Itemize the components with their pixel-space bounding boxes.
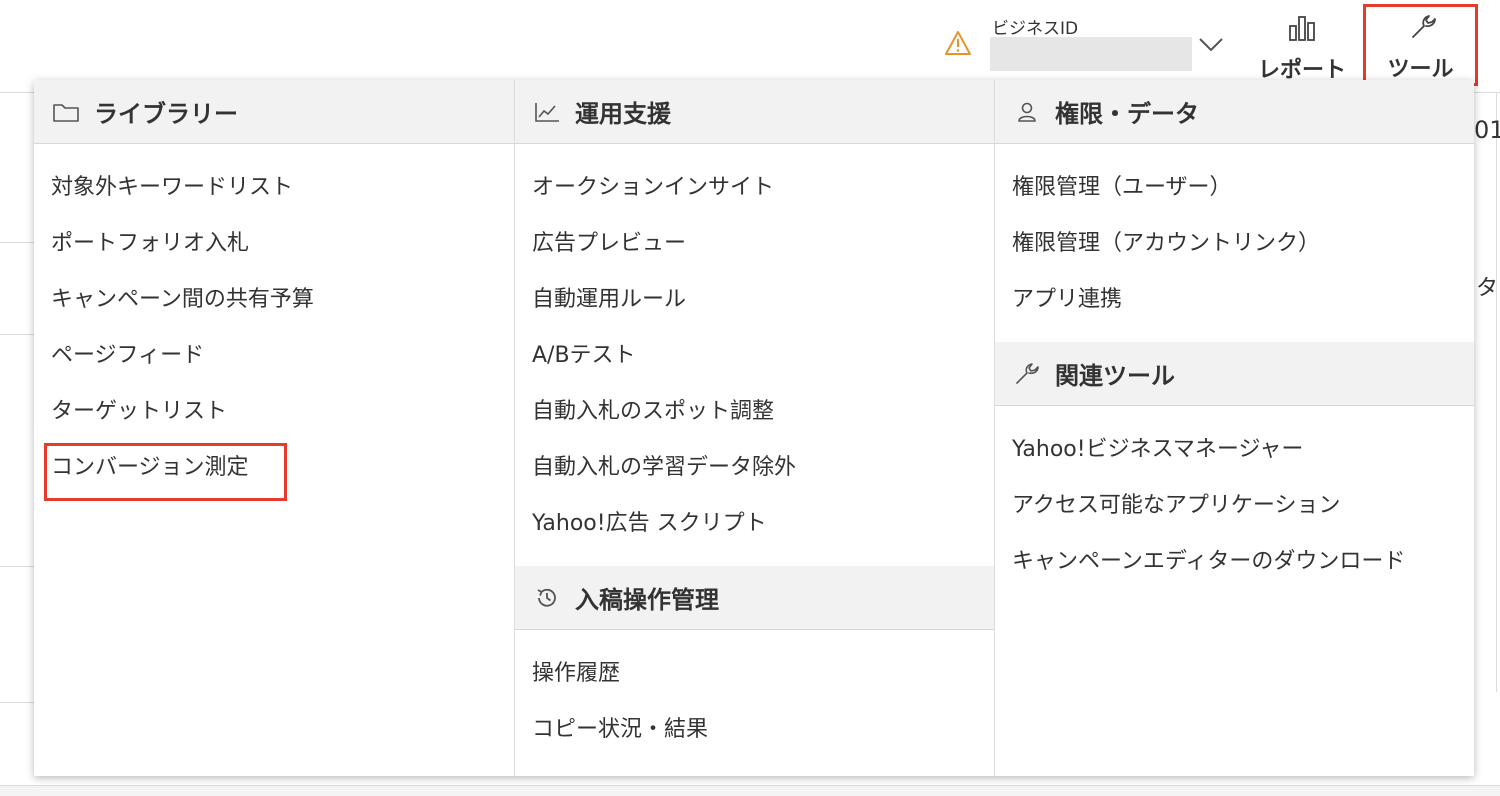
menu-column-permissions: 権限・データ 権限管理（ユーザー） 権限管理（アカウントリンク） アプリ連携 関… <box>994 80 1474 776</box>
page: 01 タ・ ビジネスID レポート ツール <box>0 0 1500 796</box>
bg-bottom-bar <box>0 785 1500 796</box>
menu-item-conversion-measurement[interactable]: コンバージョン測定 <box>34 440 514 501</box>
menu-item-operation-history[interactable]: 操作履歴 <box>515 646 994 702</box>
section-header-submission-management: 入稿操作管理 <box>515 566 994 630</box>
menu-item-user-permissions[interactable]: 権限管理（ユーザー） <box>995 160 1474 216</box>
menu-item-negative-keyword-list[interactable]: 対象外キーワードリスト <box>34 160 514 216</box>
menu-column-library: ライブラリー 対象外キーワードリスト ポートフォリオ入札 キャンペーン間の共有予… <box>34 80 514 776</box>
menu-item-business-manager[interactable]: Yahoo!ビジネスマネージャー <box>995 422 1474 478</box>
section-header-library: ライブラリー <box>34 80 514 144</box>
section-header-operation-support: 運用支援 <box>515 80 994 144</box>
line-chart-icon <box>535 102 559 122</box>
menu-item-seasonality-adjustment[interactable]: 自動入札のスポット調整 <box>515 384 994 440</box>
tool-button[interactable]: ツール <box>1363 4 1478 86</box>
tools-menu: ライブラリー 対象外キーワードリスト ポートフォリオ入札 キャンペーン間の共有予… <box>34 80 1474 776</box>
section-header-permissions: 権限・データ <box>995 80 1474 144</box>
section-title: 運用支援 <box>575 100 671 128</box>
menu-item-target-list[interactable]: ターゲットリスト <box>34 384 514 440</box>
menu-item-portfolio-bidding[interactable]: ポートフォリオ入札 <box>34 216 514 272</box>
menu-item-campaign-editor-download[interactable]: キャンペーンエディターのダウンロード <box>995 534 1474 590</box>
section-title: ライブラリー <box>94 100 238 128</box>
operation-support-list: オークションインサイト 広告プレビュー 自動運用ルール A/Bテスト 自動入札の… <box>515 144 994 566</box>
section-header-related-tools: 関連ツール <box>995 342 1474 406</box>
menu-item-ad-preview[interactable]: 広告プレビュー <box>515 216 994 272</box>
bg-right-border <box>1496 92 1500 692</box>
menu-item-ad-script[interactable]: Yahoo!広告 スクリプト <box>515 496 994 552</box>
menu-item-label: コンバージョン測定 <box>51 455 249 480</box>
menu-item-auction-insights[interactable]: オークションインサイト <box>515 160 994 216</box>
wrench-icon <box>1016 362 1039 384</box>
business-id-value <box>990 37 1192 71</box>
wrench-icon <box>1412 15 1436 38</box>
menu-column-operation-support: 運用支援 オークションインサイト 広告プレビュー 自動運用ルール A/Bテスト … <box>514 80 994 776</box>
menu-item-page-feed[interactable]: ページフィード <box>34 328 514 384</box>
menu-item-account-link-permissions[interactable]: 権限管理（アカウントリンク） <box>995 216 1474 272</box>
permissions-list: 権限管理（ユーザー） 権限管理（アカウントリンク） アプリ連携 <box>995 144 1474 342</box>
business-id-label: ビジネスID <box>992 19 1079 39</box>
menu-item-data-exclusion[interactable]: 自動入札の学習データ除外 <box>515 440 994 496</box>
bg-cell-text: 01 <box>1474 116 1500 144</box>
report-button[interactable]: レポート <box>1246 8 1358 83</box>
menu-item-accessible-applications[interactable]: アクセス可能なアプリケーション <box>995 478 1474 534</box>
submission-management-list: 操作履歴 コピー状況・結果 <box>515 630 994 772</box>
user-icon <box>1018 102 1036 122</box>
library-list: 対象外キーワードリスト ポートフォリオ入札 キャンペーン間の共有予算 ページフィ… <box>34 144 514 510</box>
menu-item-app-integration[interactable]: アプリ連携 <box>995 272 1474 328</box>
section-title: 関連ツール <box>1055 362 1175 390</box>
menu-item-copy-status[interactable]: コピー状況・結果 <box>515 702 994 758</box>
chevron-down-icon[interactable] <box>1196 34 1226 56</box>
section-title: 権限・データ <box>1055 100 1199 128</box>
menu-item-shared-budget[interactable]: キャンペーン間の共有予算 <box>34 272 514 328</box>
warning-icon <box>945 31 971 55</box>
menu-item-automated-rules[interactable]: 自動運用ルール <box>515 272 994 328</box>
folder-icon <box>53 103 79 122</box>
bg-cell-text: タ・ <box>1476 276 1500 301</box>
menu-item-ab-test[interactable]: A/Bテスト <box>515 328 994 384</box>
bar-chart-icon <box>1289 16 1315 41</box>
related-tools-list: Yahoo!ビジネスマネージャー アクセス可能なアプリケーション キャンペーンエ… <box>995 406 1474 604</box>
tool-label: ツール <box>1387 57 1454 82</box>
history-icon <box>537 588 556 607</box>
section-title: 入稿操作管理 <box>575 586 719 614</box>
